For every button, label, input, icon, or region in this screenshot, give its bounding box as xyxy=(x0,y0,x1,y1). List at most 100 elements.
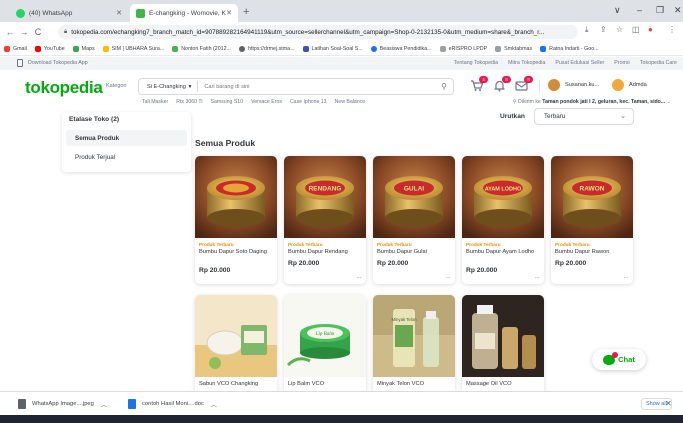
sort-select[interactable]: Terbaru ⌄ xyxy=(534,108,634,125)
top-link-tentang[interactable]: Tentang Tokopedia xyxy=(454,60,498,66)
tab-search-icon[interactable]: ∨ xyxy=(614,5,621,16)
can-lid-text: RAWON xyxy=(580,186,605,193)
bookmark-nonton[interactable]: Nonton Fatih (2012... xyxy=(172,45,231,52)
bookmark-ratna[interactable]: Ratna Indarti - Goo... xyxy=(540,45,599,52)
more-options-icon[interactable]: ··· xyxy=(624,275,629,281)
bookmark-gmail[interactable]: Gmail xyxy=(4,45,27,52)
download-icon[interactable]: ⤓ xyxy=(585,25,589,35)
bookmark-maps[interactable]: Maps xyxy=(72,45,95,52)
top-link-edukasi[interactable]: Pusat Edukasi Seller xyxy=(555,60,604,66)
quick-link[interactable]: Case Iphone 13 xyxy=(290,99,327,105)
product-card[interactable]: Lip Balm Lip Balm VCO xyxy=(284,295,366,395)
quick-link[interactable]: Tali Masker xyxy=(142,99,168,105)
product-image xyxy=(195,295,277,377)
top-link-care[interactable]: Tokopedia Care xyxy=(640,60,677,66)
bookmark-youtube[interactable]: YouTube xyxy=(34,45,65,52)
cart-button[interactable]: 4 xyxy=(470,76,488,92)
notification-button[interactable]: 8 xyxy=(493,76,511,92)
product-card[interactable]: RAWON Produk Terbaru Bumbu Dapur Rawon R… xyxy=(551,156,633,284)
more-options-icon[interactable]: ··· xyxy=(535,275,540,281)
shop-avatar xyxy=(548,79,560,91)
product-card[interactable]: Produk Terbaru Bumbu Dapur Soto Daging R… xyxy=(195,156,277,284)
erispro-icon xyxy=(439,45,446,52)
address-bar-row: ← → C 🔒︎ tokopedia.com/echangking7_branc… xyxy=(0,22,683,42)
bookmark-star-icon[interactable]: ☆ xyxy=(616,25,623,34)
minimize-button[interactable]: – xyxy=(637,5,642,15)
url-input[interactable]: 🔒︎ tokopedia.com/echangking7_branch_matc… xyxy=(58,25,578,39)
shop-account[interactable]: Susanan.ku... xyxy=(548,79,599,91)
close-download-shelf-icon[interactable]: ✕ xyxy=(665,399,672,408)
product-image: Lip Balm xyxy=(284,295,366,377)
product-card[interactable]: GULAI Produk Terbaru Bumbu Dapur Gulai R… xyxy=(373,156,455,284)
tab-whatsapp[interactable]: (40) WhatsApp ✕ xyxy=(10,4,128,22)
forward-icon[interactable]: → xyxy=(17,27,31,37)
product-card[interactable]: RENDANG Produk Terbaru Bumbu Dapur Renda… xyxy=(284,156,366,284)
download-app-link[interactable]: Download Tokopedia App xyxy=(28,60,88,66)
menu-kebab-icon[interactable]: ⋮ xyxy=(668,25,676,34)
chevron-up-icon[interactable]: ︿ xyxy=(101,400,107,409)
download-item[interactable]: contoh Hasil Moni....doc ︿ xyxy=(128,397,217,411)
bookmark-label: Gmail xyxy=(13,45,27,52)
download-item[interactable]: WhatsApp Image....jpeg ︿ xyxy=(18,397,107,411)
quick-link[interactable]: New Balance xyxy=(335,99,366,105)
product-card[interactable]: Massage Oil VCO xyxy=(462,295,544,395)
download-filename: contoh Hasil Moni....doc xyxy=(142,401,204,407)
top-link-promo[interactable]: Promo xyxy=(614,60,630,66)
search-icon[interactable]: ⚲ xyxy=(441,82,447,91)
top-link-mitra[interactable]: Mitra Tokopedia xyxy=(508,60,545,66)
etalase-item-produk-terjual[interactable]: Produk Terjual xyxy=(66,149,187,165)
top-links: Tentang Tokopedia Mitra Tokopedia Pusat … xyxy=(454,60,677,66)
etalase-item-label: Produk Terjual xyxy=(75,153,116,161)
close-window-button[interactable]: ✕ xyxy=(674,5,682,16)
new-tab-button[interactable]: + xyxy=(243,6,249,18)
quick-link[interactable]: Versace Eros xyxy=(251,99,282,105)
reload-icon[interactable]: C xyxy=(31,27,45,37)
product-name: Minyak Telon VCO xyxy=(377,381,424,387)
more-options-icon[interactable]: ··· xyxy=(357,275,362,281)
bookmark-sim-ubhara[interactable]: SIM | UBHARA Sura... xyxy=(102,45,164,52)
bookmarks-bar: Gmail YouTube Maps SIM | UBHARA Sura... … xyxy=(0,42,683,56)
tab-title: E-changking - Womovie, Kota xyxy=(149,9,226,17)
bookmark-beasiswa[interactable]: Beasiswa Pendidika... xyxy=(370,45,432,52)
message-button[interactable]: 8 xyxy=(515,76,533,92)
product-card[interactable]: Sabun VCO Changking xyxy=(195,295,277,395)
bookmark-smktabmas[interactable]: Smktabmas xyxy=(495,45,532,52)
etalase-item-semua-produk[interactable]: Semua Produk xyxy=(66,130,187,146)
chat-label: Chat xyxy=(618,355,635,364)
search-input[interactable] xyxy=(204,83,405,90)
bookmark-latihan[interactable]: Latihan Soal-Soal S... xyxy=(302,45,363,52)
kategori-link[interactable]: Kategori xyxy=(106,83,127,89)
chevron-up-icon[interactable]: ︿ xyxy=(211,400,217,409)
product-price: Rp 20.000 xyxy=(466,267,498,274)
location-prefix: Dikirim ke xyxy=(518,99,541,105)
beasiswa-icon xyxy=(370,45,377,52)
close-tab-icon[interactable]: ✕ xyxy=(116,9,122,17)
quick-link[interactable]: Samsung S10 xyxy=(210,99,243,105)
tab-tokopedia[interactable]: E-changking - Womovie, Kota ✕ xyxy=(130,4,238,22)
chevron-down-icon: ⌄ xyxy=(620,113,626,120)
more-options-icon[interactable]: ··· xyxy=(446,275,451,281)
close-tab-icon[interactable]: ✕ xyxy=(226,9,232,17)
chat-button[interactable]: Chat xyxy=(592,349,646,370)
maximize-button[interactable]: ❐ xyxy=(656,5,664,16)
quick-link[interactable]: Rtx 3060 Ti xyxy=(176,99,202,105)
tokopedia-top-strip: Download Tokopedia App Tentang Tokopedia… xyxy=(0,57,683,70)
shipping-location[interactable]: ⚲ Dikirim ke Taman pondok jati I 2, gelu… xyxy=(513,99,671,105)
share-icon[interactable]: ⇪ xyxy=(600,25,607,34)
product-card[interactable]: Minyak Telon Minyak Telon VCO xyxy=(373,295,455,395)
search-scope-select[interactable]: Si E-Changking ▼ xyxy=(139,81,199,92)
sidepanel-icon[interactable]: ◫ xyxy=(632,25,640,34)
bookmark-drmej[interactable]: https://drmej.stma... xyxy=(238,45,295,52)
latihan-icon xyxy=(302,45,309,52)
tokopedia-logo[interactable]: tokopedia xyxy=(25,78,103,98)
product-card[interactable]: AYAM LODHO Produk Terbaru Bumbu Dapur Ay… xyxy=(462,156,544,284)
ubhara-icon xyxy=(102,45,109,52)
bookmark-erispro[interactable]: eRISPRO LPDP xyxy=(439,45,487,52)
profile-avatar-icon[interactable]: ● xyxy=(648,25,653,34)
box-text: Minyak Telon xyxy=(392,317,418,322)
product-image: RAWON xyxy=(551,156,633,238)
smktabmas-icon xyxy=(495,45,502,52)
user-account[interactable]: Admda xyxy=(612,79,647,91)
back-icon[interactable]: ← xyxy=(3,27,17,37)
download-filename: WhatsApp Image....jpeg xyxy=(32,401,94,407)
